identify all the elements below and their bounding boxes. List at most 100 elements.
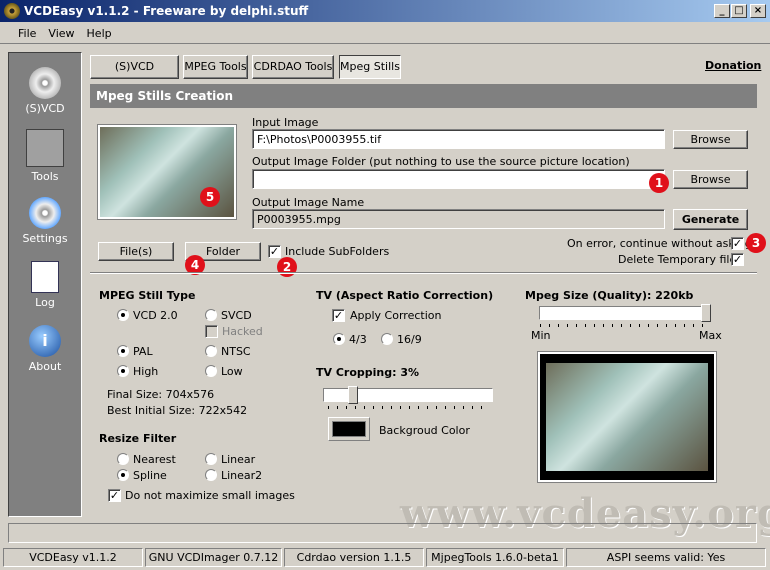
donation-link[interactable]: Donation (705, 59, 761, 72)
quality-track[interactable] (539, 306, 709, 320)
no-maximize-label: Do not maximize small images (125, 489, 295, 502)
badge-2: 2 (277, 257, 297, 277)
sidebar-item-tools[interactable]: Tools (9, 129, 81, 183)
status-aspi: ASPI seems valid: Yes (566, 548, 766, 567)
window-title: VCDEasy v1.1.2 - Freeware by delphi.stuf… (24, 4, 309, 18)
delete-temp-checkbox[interactable]: ✓ (731, 253, 744, 266)
low-label: Low (221, 365, 243, 378)
input-browse-button[interactable]: Browse (673, 130, 748, 149)
linear2-label: Linear2 (221, 469, 263, 482)
tab-mpeg-tools[interactable]: MPEG Tools (183, 55, 248, 79)
ratio-4-3-radio[interactable] (333, 333, 345, 345)
output-folder-label: Output Image Folder (put nothing to use … (252, 155, 630, 168)
quality-ticks (540, 324, 706, 327)
pal-radio[interactable] (117, 345, 129, 357)
progress-bar (8, 523, 757, 543)
divider (90, 272, 757, 274)
sidebar-label: Log (35, 296, 55, 309)
vcd20-radio[interactable] (117, 309, 129, 321)
delete-temp-label: Delete Temporary files (618, 253, 742, 266)
ntsc-radio[interactable] (205, 345, 217, 357)
still-type-title: MPEG Still Type (99, 289, 196, 302)
input-image-label: Input Image (252, 116, 319, 129)
tab-cdrdao-tools[interactable]: CDRDAO Tools (252, 55, 334, 79)
ntsc-label: NTSC (221, 345, 251, 358)
sidebar: (S)VCD Tools Settings Log i About (8, 52, 82, 517)
title-bar: VCDEasy v1.1.2 - Freeware by delphi.stuf… (0, 0, 770, 22)
svcd-label: SVCD (221, 309, 252, 322)
badge-5: 5 (200, 187, 220, 207)
output-preview-image (546, 363, 708, 471)
section-title: Mpeg Stills Creation (90, 84, 757, 108)
sidebar-label: About (28, 360, 62, 373)
badge-3: 3 (746, 233, 766, 253)
ratio-4-3-label: 4/3 (349, 333, 367, 346)
ratio-16-9-label: 16/9 (397, 333, 422, 346)
best-initial-size: Best Initial Size: 722x542 (107, 404, 248, 417)
no-maximize-checkbox[interactable]: ✓ (108, 489, 121, 502)
spline-radio[interactable] (117, 469, 129, 481)
tab-mpeg-stills[interactable]: Mpeg Stills (339, 55, 401, 79)
linear-label: Linear (221, 453, 256, 466)
menu-view[interactable]: View (48, 27, 74, 40)
sidebar-label: (S)VCD (25, 102, 65, 115)
close-button[interactable]: × (750, 4, 766, 18)
hacked-checkbox[interactable] (205, 325, 218, 338)
svcd-radio[interactable] (205, 309, 217, 321)
sidebar-item-svcd[interactable]: (S)VCD (9, 67, 81, 115)
info-icon: i (29, 325, 61, 357)
background-color-button[interactable] (328, 417, 370, 441)
maximize-button[interactable]: □ (731, 4, 747, 18)
nearest-label: Nearest (133, 453, 176, 466)
resize-filter-title: Resize Filter (99, 432, 177, 445)
output-name-field[interactable]: P0003955.mpg (252, 209, 665, 229)
minimize-button[interactable]: _ (714, 4, 730, 18)
include-subfolders-label: Include SubFolders (285, 245, 390, 258)
hacked-label: Hacked (222, 325, 263, 338)
background-color-label: Backgroud Color (379, 424, 470, 437)
menu-bar: File View Help (0, 22, 770, 44)
quality-min-label: Min (531, 329, 551, 342)
apply-correction-label: Apply Correction (350, 309, 442, 322)
linear2-radio[interactable] (205, 469, 217, 481)
tv-cropping-title: TV Cropping: 3% (316, 366, 420, 379)
sidebar-item-settings[interactable]: Settings (9, 197, 81, 245)
output-browse-button[interactable]: Browse (673, 170, 748, 189)
include-subfolders-checkbox[interactable]: ✓ (268, 245, 281, 258)
menu-file[interactable]: File (18, 27, 36, 40)
sidebar-item-about[interactable]: i About (9, 325, 81, 373)
tools-icon (26, 129, 64, 167)
spline-label: Spline (133, 469, 167, 482)
apply-correction-checkbox[interactable]: ✓ (332, 309, 345, 322)
sidebar-label: Tools (31, 170, 59, 183)
linear-radio[interactable] (205, 453, 217, 465)
final-size: Final Size: 704x576 (107, 388, 215, 401)
menu-help[interactable]: Help (87, 27, 112, 40)
output-folder-field[interactable] (252, 169, 665, 189)
log-icon (31, 261, 59, 293)
quality-max-label: Max (699, 329, 722, 342)
input-image-field[interactable]: F:\Photos\P0003955.tif (252, 129, 665, 149)
status-mjpegtools: MjpegTools 1.6.0-beta1 (426, 548, 564, 567)
tv-cropping-ticks (328, 406, 490, 409)
sidebar-item-log[interactable]: Log (9, 261, 81, 309)
high-radio[interactable] (117, 365, 129, 377)
on-error-checkbox[interactable]: ✓ (731, 237, 744, 250)
generate-button[interactable]: Generate (673, 209, 748, 230)
output-preview (537, 351, 717, 483)
files-button[interactable]: File(s) (98, 242, 174, 261)
low-radio[interactable] (205, 365, 217, 377)
nearest-radio[interactable] (117, 453, 129, 465)
tab-svcd-build-rip[interactable]: (S)VCD Build/Rip (90, 55, 179, 95)
high-label: High (133, 365, 159, 378)
status-cdrdao: Cdrdao version 1.1.5 (284, 548, 424, 567)
quality-slider-thumb[interactable] (701, 304, 711, 322)
output-name-label: Output Image Name (252, 196, 365, 209)
quality-title: Mpeg Size (Quality): 220kb (525, 289, 694, 302)
ratio-16-9-radio[interactable] (381, 333, 393, 345)
vcd20-label: VCD 2.0 (133, 309, 178, 322)
settings-disc-icon (29, 197, 61, 229)
tv-cropping-slider-thumb[interactable] (348, 386, 358, 404)
on-error-label: On error, continue without asking (567, 237, 752, 250)
pal-label: PAL (133, 345, 153, 358)
